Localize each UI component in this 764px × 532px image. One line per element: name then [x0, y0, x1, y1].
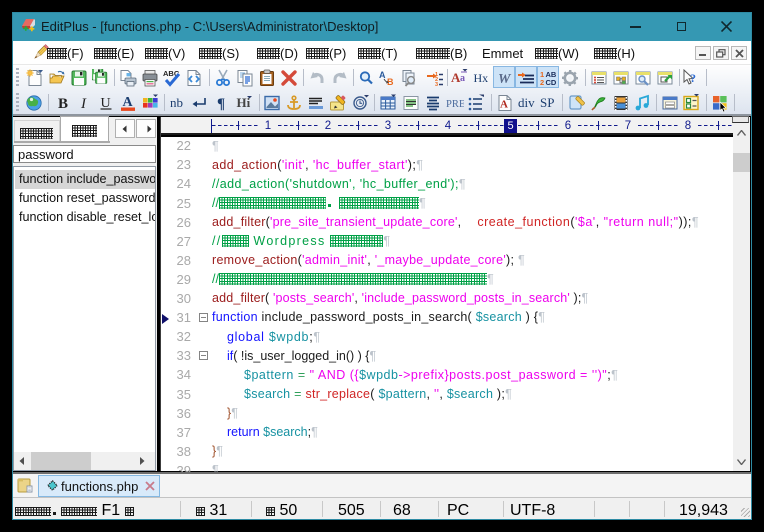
svg-text:SP: SP [540, 95, 554, 110]
svg-text:B: B [58, 96, 68, 112]
svg-text:A: A [500, 99, 508, 111]
svg-text:¶: ¶ [217, 96, 225, 112]
svg-text:?: ? [690, 71, 696, 85]
svg-text:W: W [498, 72, 512, 87]
svg-text:PRE: PRE [446, 99, 464, 110]
svg-text:a: a [460, 73, 465, 84]
svg-text:CD: CD [546, 78, 557, 87]
svg-text:I: I [80, 96, 87, 112]
svg-text:2: 2 [540, 78, 544, 87]
svg-text:nb: nb [170, 95, 183, 110]
svg-text:div: div [518, 95, 535, 110]
svg-text:3: 3 [435, 82, 438, 87]
svg-text:Hx: Hx [474, 71, 489, 85]
svg-text:A: A [379, 70, 386, 80]
